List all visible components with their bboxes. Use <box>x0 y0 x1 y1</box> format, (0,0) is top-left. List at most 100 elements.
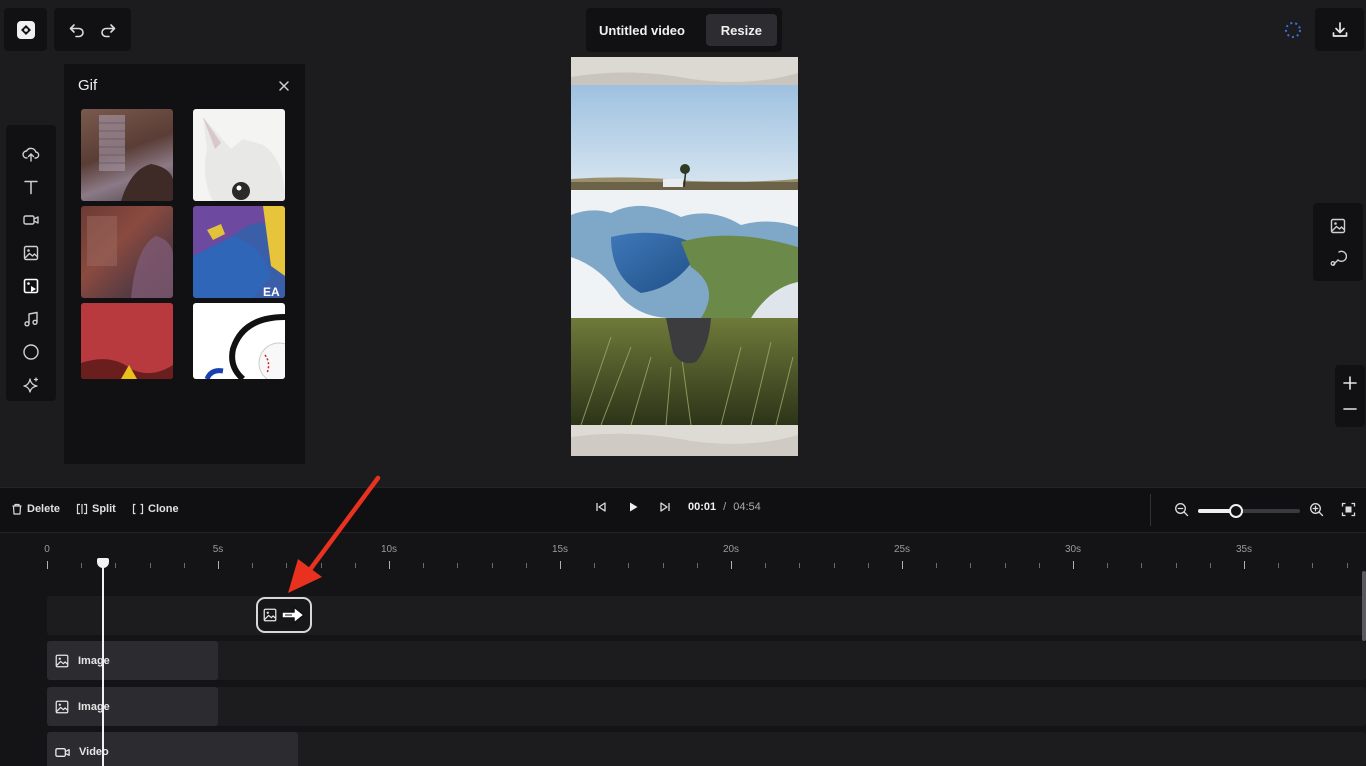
fit-timeline-button[interactable] <box>1341 502 1356 517</box>
shape-tool[interactable] <box>15 335 47 368</box>
ruler-tick <box>902 561 903 569</box>
clip-label: Image <box>78 700 110 713</box>
ruler-tick <box>149 563 151 568</box>
ruler-tick <box>115 563 117 568</box>
timeline-track-image[interactable]: Image <box>47 641 1366 680</box>
ai-tool[interactable] <box>15 368 47 401</box>
download-icon <box>1332 21 1347 37</box>
zoom-out-button[interactable] <box>1342 401 1358 417</box>
ruler-tick <box>47 561 48 569</box>
split-icon <box>76 503 88 515</box>
upload-tool[interactable] <box>15 137 47 170</box>
timeline-zoom-slider[interactable] <box>1198 504 1300 518</box>
ruler-tick <box>970 563 972 568</box>
gif-panel-title: Gif <box>78 77 98 94</box>
timeline-track-empty[interactable] <box>47 596 1366 635</box>
delete-button[interactable]: Delete <box>11 503 60 515</box>
text-icon <box>24 180 38 194</box>
ruler-tick <box>696 563 698 568</box>
audio-tool[interactable] <box>15 302 47 335</box>
skip-back-button[interactable] <box>592 501 610 513</box>
zoom-slider-handle[interactable] <box>1228 504 1243 518</box>
ruler-tick <box>833 563 835 568</box>
gif-thumbnail-image: EA <box>193 206 285 298</box>
svg-text:EA: EA <box>263 285 280 298</box>
plus-icon <box>1343 376 1357 390</box>
zoom-out-icon <box>1175 503 1189 517</box>
gif-icon <box>23 278 39 293</box>
delete-label: Delete <box>27 503 61 515</box>
timeline-clip-video[interactable]: Video <box>47 732 298 766</box>
clone-button[interactable]: Clone <box>132 503 179 515</box>
right-toolbar <box>1313 203 1363 281</box>
playhead-line[interactable] <box>102 565 104 766</box>
timeline-clip-image[interactable]: Image <box>47 687 218 726</box>
video-camera-icon <box>55 747 70 757</box>
clip-label: Image <box>78 654 110 667</box>
time-separator: / <box>723 501 727 513</box>
gif-thumbnail-image <box>99 115 173 201</box>
video-tool[interactable] <box>15 203 47 236</box>
timeline-track-video[interactable]: Video <box>47 732 1366 766</box>
play-icon <box>630 502 638 512</box>
ruler-tick <box>1346 563 1348 568</box>
ruler-tick <box>765 563 767 568</box>
image-icon <box>55 654 69 667</box>
timeline-zoom-in-button[interactable] <box>1309 502 1324 517</box>
skip-back-icon <box>596 502 606 512</box>
cloud-upload-icon <box>22 147 40 162</box>
gif-thumbnail[interactable] <box>193 303 285 379</box>
ruler-label: 5s <box>212 544 224 555</box>
ruler-tick <box>218 561 219 569</box>
undo-button[interactable] <box>68 21 86 39</box>
close-panel-button[interactable] <box>277 79 291 93</box>
current-time: 00:01 <box>688 501 717 513</box>
zoom-in-button[interactable] <box>1342 375 1358 391</box>
fit-screen-icon <box>1341 502 1356 517</box>
history-controls <box>54 8 131 51</box>
text-tool[interactable] <box>15 170 47 203</box>
toolbar-divider <box>1150 494 1151 526</box>
ruler-tick <box>1175 563 1177 568</box>
ruler-tick <box>662 563 664 568</box>
ruler-tick <box>1244 561 1245 569</box>
clip-label: Video <box>79 746 109 758</box>
video-camera-icon <box>23 214 39 225</box>
gif-thumbnail[interactable] <box>81 206 173 298</box>
split-button[interactable]: Split <box>76 503 116 515</box>
ruler-tick <box>81 563 83 568</box>
trash-icon <box>12 503 22 515</box>
resize-button[interactable]: Resize <box>705 14 777 46</box>
zoom-in-icon <box>1310 503 1324 517</box>
redo-button[interactable] <box>99 21 117 39</box>
download-button[interactable] <box>1315 8 1364 51</box>
timeline-zoom-out-button[interactable] <box>1174 502 1189 517</box>
timeline[interactable]: 05s10s15s20s25s30s35s Image Image <box>0 533 1366 766</box>
timeline-scrollbar[interactable] <box>1362 571 1366 641</box>
split-label: Split <box>92 503 116 515</box>
music-note-icon <box>24 311 38 327</box>
app-logo-button[interactable] <box>4 8 47 51</box>
image-tool[interactable] <box>15 236 47 269</box>
ruler-tick <box>1038 563 1040 568</box>
ruler-tick <box>183 563 185 568</box>
timeline-clip-image[interactable]: Image <box>47 641 218 680</box>
gif-panel: Gif EA <box>64 64 305 464</box>
ruler-tick <box>560 561 561 569</box>
skip-forward-button[interactable] <box>656 501 674 513</box>
video-preview-canvas[interactable] <box>571 57 798 456</box>
ruler-tick <box>1278 563 1280 568</box>
gif-thumbnail[interactable] <box>81 303 173 379</box>
gif-tool[interactable] <box>15 269 47 302</box>
gif-thumbnail[interactable] <box>81 109 173 201</box>
timeline-track-image[interactable]: Image <box>47 687 1366 726</box>
gif-thumbnail[interactable] <box>193 109 285 201</box>
play-button[interactable] <box>624 501 642 513</box>
background-color-button[interactable] <box>1329 249 1347 267</box>
video-title[interactable]: Untitled video <box>599 23 706 38</box>
ruler-tick <box>1004 563 1006 568</box>
playback-controls: 00:01 / 04:54 <box>592 501 761 513</box>
gif-thumbnail[interactable]: EA <box>193 206 285 298</box>
clone-icon <box>132 503 144 515</box>
background-image-button[interactable] <box>1329 217 1347 235</box>
